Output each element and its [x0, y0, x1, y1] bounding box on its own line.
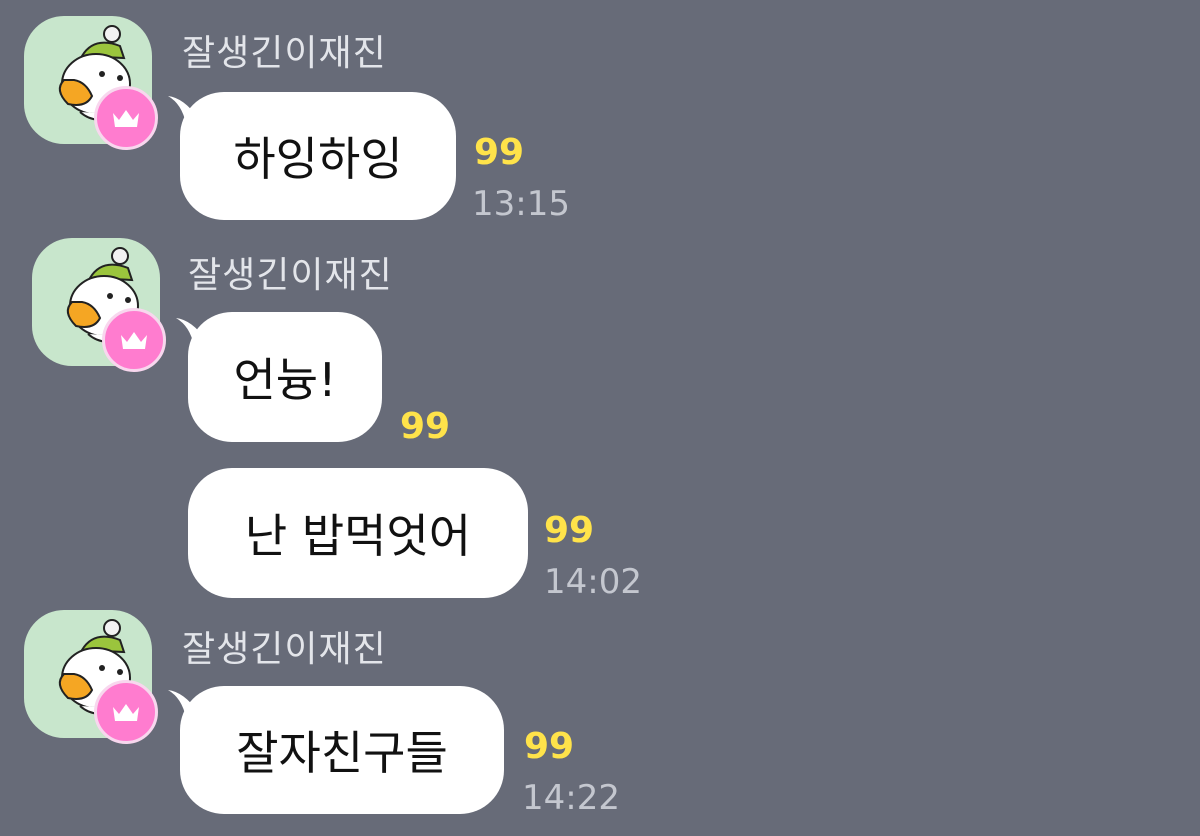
unread-count: 99 [474, 132, 525, 173]
sender-name: 잘생긴이재진 [188, 255, 393, 296]
crown-icon [113, 110, 139, 127]
message-bubble[interactable]: 하잉하잉 [180, 92, 456, 220]
sender-name: 잘생긴이재진 [182, 33, 387, 74]
unread-count: 99 [544, 510, 595, 551]
message-bubble[interactable]: 난 밥먹엇어 [188, 468, 528, 598]
crown-icon [121, 332, 147, 349]
message-time: 14:02 [544, 562, 642, 602]
sender-name: 잘생긴이재진 [182, 629, 387, 670]
crown-badge [94, 86, 158, 150]
message-time: 13:15 [472, 184, 570, 224]
crown-badge [102, 308, 166, 372]
crown-icon [113, 704, 139, 721]
message-time: 14:22 [522, 778, 620, 818]
avatar[interactable] [24, 16, 158, 150]
message-bubble[interactable]: 언늉! [188, 312, 382, 442]
unread-count: 99 [400, 406, 451, 447]
message-bubble[interactable]: 잘자친구들 [180, 686, 504, 814]
avatar[interactable] [24, 610, 158, 744]
crown-badge [94, 680, 158, 744]
unread-count: 99 [524, 726, 575, 767]
avatar[interactable] [32, 238, 166, 372]
